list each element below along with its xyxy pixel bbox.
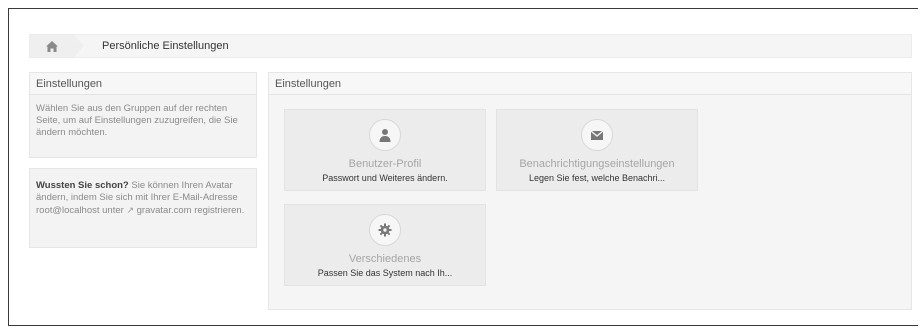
tile-miscellaneous[interactable]: Verschiedenes Passen Sie das System nach… [284, 204, 486, 286]
tile-user-profile[interactable]: Benutzer-Profil Passwort und Weiteres än… [284, 109, 486, 191]
user-icon [369, 119, 401, 151]
settings-groups-text: Wählen Sie aus den Gruppen auf der recht… [36, 103, 238, 138]
settings-panel-title: Einstellungen [269, 73, 911, 95]
settings-groups-box: Einstellungen Wählen Sie aus den Gruppen… [29, 72, 257, 158]
tip-box: Wussten Sie schon? Sie können Ihren Avat… [29, 168, 257, 248]
home-icon [46, 40, 58, 52]
tile-title: Benutzer-Profil [348, 158, 422, 170]
breadcrumb: Persönliche Einstellungen [29, 34, 912, 58]
settings-panel: Einstellungen Benutzer-Profil Passwort u… [268, 72, 912, 310]
tile-description: Legen Sie fest, welche Benachri... [528, 173, 666, 183]
tile-title: Benachrichtigungseinstellungen [519, 158, 675, 170]
tile-title: Verschiedenes [348, 253, 422, 265]
settings-groups-title: Einstellungen [30, 73, 256, 95]
tile-notification-settings[interactable]: Benachrichtigungseinstellungen Legen Sie… [496, 109, 698, 191]
breadcrumb-home[interactable] [30, 35, 84, 57]
tip-body-end: registrieren. [191, 205, 245, 216]
breadcrumb-current: Persönliche Einstellungen [102, 40, 229, 52]
envelope-icon [581, 119, 613, 151]
gravatar-link[interactable]: gravatar.com [137, 205, 192, 216]
tile-description: Passen Sie das System nach Ih... [317, 268, 453, 278]
tile-description: Passwort und Weiteres ändern. [322, 173, 448, 183]
gear-icon [369, 214, 401, 246]
external-link-icon: ↗ [126, 205, 134, 215]
tip-heading: Wussten Sie schon? [36, 180, 129, 191]
tip-text: Wussten Sie schon? Sie können Ihren Avat… [30, 169, 256, 225]
